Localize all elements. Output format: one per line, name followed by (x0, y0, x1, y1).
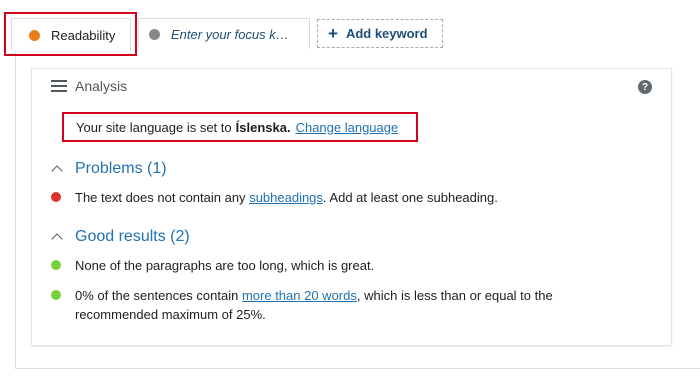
bad-status-dot (51, 192, 61, 202)
language-name: Íslenska. (235, 119, 291, 135)
add-keyword-label: Add keyword (345, 26, 428, 41)
change-language-link[interactable]: Change language (296, 120, 399, 135)
language-prefix: Your site language is set to (76, 119, 232, 135)
analysis-header: Analysis (51, 78, 127, 94)
good-results-title: Good results (2) (75, 228, 190, 245)
focus-keyword-status-dot (149, 28, 160, 40)
add-keyword-button[interactable]: + Add keyword (317, 19, 443, 48)
chevron-up-icon (51, 233, 63, 245)
tab-readability[interactable]: Readability (11, 18, 131, 51)
help-icon[interactable]: ? (638, 80, 652, 94)
seo-analysis-panel: Readability Enter your focus k… + Add ke… (0, 0, 700, 379)
more-than-20-words-link[interactable]: more than 20 words (242, 288, 357, 303)
good-result-text-before: 0% of the sentences contain (75, 288, 239, 303)
plus-icon: + (328, 24, 338, 43)
good-status-dot (51, 290, 61, 300)
good-result-item: 0% of the sentences contain more than 20… (51, 286, 615, 324)
readability-status-dot (29, 29, 40, 41)
good-status-dot (51, 260, 61, 270)
analysis-title: Analysis (75, 78, 128, 94)
problem-item: The text does not contain any subheading… (51, 188, 615, 207)
good-result-item: None of the paragraphs are too long, whi… (51, 256, 615, 275)
good-result-text: None of the paragraphs are too long, whi… (75, 258, 375, 273)
good-results-toggle[interactable]: Good results (2) (51, 228, 190, 246)
subheadings-link[interactable]: subheadings (249, 190, 323, 205)
problems-title: Problems (1) (75, 160, 167, 177)
problem-text: The text does not contain any subheading… (75, 188, 615, 207)
chevron-up-icon (51, 165, 63, 177)
tab-readability-label: Readability (51, 27, 116, 43)
problems-toggle[interactable]: Problems (1) (51, 160, 167, 178)
problem-text-after: . Add at least one subheading. (322, 190, 498, 205)
problem-text-before: The text does not contain any (75, 190, 246, 205)
good-result-text: 0% of the sentences contain more than 20… (75, 286, 615, 324)
tab-focus-keyword-label: Enter your focus k… (171, 26, 289, 42)
list-icon (51, 80, 67, 92)
analysis-tabs: Readability Enter your focus k… + Add ke… (0, 18, 700, 51)
tab-focus-keyword[interactable]: Enter your focus k… (138, 18, 310, 49)
site-language-notice: Your site language is set to Íslenska. C… (62, 112, 418, 142)
